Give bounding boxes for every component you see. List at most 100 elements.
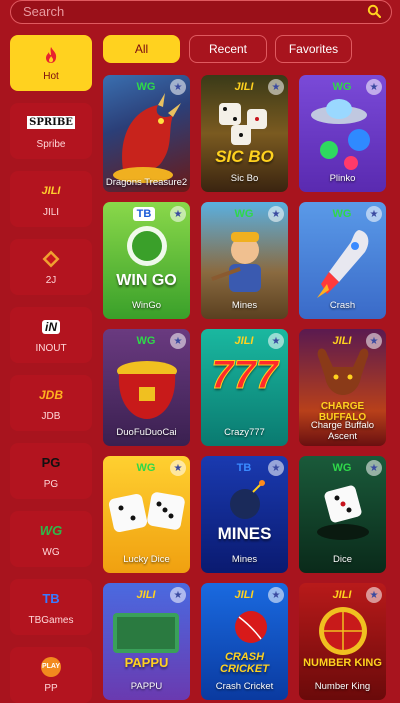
game-name: Number King [314, 681, 371, 692]
game-name: Sic Bo [230, 173, 259, 184]
sidebar-item-tbgames[interactable]: TB TBGames [10, 579, 92, 635]
game-art-title: WIN GO [116, 272, 177, 289]
game-art-title: 777 [211, 353, 279, 398]
tab-favorites[interactable]: Favorites [275, 35, 352, 63]
sidebar-item-label: PP [44, 682, 58, 694]
sidebar-item-label: PG [43, 478, 59, 490]
favorite-star-icon[interactable]: ★ [268, 79, 284, 95]
game-name: Lucky Dice [123, 554, 170, 565]
game-card-wingo[interactable]: WIN GO TB ★ WinGo [103, 202, 190, 319]
tb-logo: TB [42, 591, 60, 606]
pg-logo: PG [41, 455, 61, 470]
sidebar-item-inout[interactable]: iN INOUT [10, 307, 92, 363]
sidebar-item-jdb[interactable]: JDB JDB [10, 375, 92, 431]
favorite-star-icon[interactable]: ★ [366, 79, 382, 95]
sidebar-item-pg[interactable]: PG PG [10, 443, 92, 499]
sidebar-item-label: JDB [41, 410, 61, 422]
sidebar-item-wg[interactable]: WG WG [10, 511, 92, 567]
sidebar-item-pp[interactable]: PLAY PP [10, 647, 92, 703]
game-card-dragons-treasure2[interactable]: WG ★ Dragons Treasure2 [103, 75, 190, 192]
inout-logo: iN [42, 319, 60, 334]
game-name: Crash [329, 300, 356, 311]
favorite-star-icon[interactable]: ★ [268, 460, 284, 476]
game-card-pappu[interactable]: PAPPU JILI ★ PAPPU [103, 583, 190, 700]
sidebar-item-label: JILI [42, 206, 60, 218]
favorite-star-icon[interactable]: ★ [170, 79, 186, 95]
game-card-mines-tb[interactable]: MINES TB ★ Mines [201, 456, 288, 573]
brand-badge: JILI [234, 81, 254, 93]
game-art-title: PAPPU [124, 655, 169, 670]
brand-badge: WG [332, 462, 352, 474]
brand-badge: WG [136, 462, 156, 474]
sidebar-item-label: Hot [43, 70, 59, 82]
sidebar-item-hot[interactable]: Hot [10, 35, 92, 91]
wg-logo: WG [39, 523, 63, 538]
favorite-star-icon[interactable]: ★ [170, 206, 186, 222]
search-icon[interactable] [367, 4, 381, 18]
sidebar-item-label: INOUT [35, 342, 67, 354]
brand-badge: JILI [234, 589, 254, 601]
game-card-duofuduocai[interactable]: WG ★ DuoFuDuoCai [103, 329, 190, 446]
favorite-star-icon[interactable]: ★ [170, 460, 186, 476]
game-name: PAPPU [130, 681, 163, 692]
game-card-lucky-dice[interactable]: WG ★ Lucky Dice [103, 456, 190, 573]
brand-badge: WG [332, 81, 352, 93]
pp-logo: PLAY [41, 656, 61, 677]
favorite-star-icon[interactable]: ★ [366, 587, 382, 603]
brand-badge: WG [234, 208, 254, 220]
game-card-crash-cricket[interactable]: CRASH CRICKET JILI ★ Crash Cricket [201, 583, 288, 700]
game-card-plinko[interactable]: WG ★ Plinko [299, 75, 386, 192]
tab-recent[interactable]: Recent [189, 35, 267, 63]
favorite-star-icon[interactable]: ★ [366, 333, 382, 349]
game-name: Mines [231, 554, 258, 565]
game-name: Crash Cricket [215, 681, 274, 692]
filter-tabs: All Recent Favorites [103, 35, 393, 65]
brand-badge: WG [136, 335, 156, 347]
game-card-sic-bo[interactable]: SIC BO JILI ★ Sic Bo [201, 75, 288, 192]
game-card-crazy777[interactable]: 777 JILI ★ Crazy777 [201, 329, 288, 446]
favorite-star-icon[interactable]: ★ [268, 587, 284, 603]
game-card-charge-buffalo-ascent[interactable]: CHARGE BUFFALO JILI ★ Charge Buffalo Asc… [299, 329, 386, 446]
brand-badge: JILI [332, 589, 352, 601]
brand-badge: JILI [136, 589, 156, 601]
game-name: Dice [332, 554, 352, 565]
game-name: Charge Buffalo Ascent [310, 420, 375, 442]
fire-icon [46, 46, 57, 63]
game-name: Mines [231, 300, 258, 311]
brand-badge: WG [332, 208, 352, 220]
game-card-mines[interactable]: WG ★ Mines [201, 202, 288, 319]
sidebar-item-label: Spribe [36, 138, 66, 150]
game-name: WinGo [131, 300, 162, 311]
game-name: Crazy777 [224, 427, 265, 438]
favorite-star-icon[interactable]: ★ [170, 587, 186, 603]
favorite-star-icon[interactable]: ★ [366, 460, 382, 476]
game-name: Plinko [329, 173, 356, 184]
game-name: Dragons Treasure2 [105, 177, 188, 188]
brand-badge: TB [236, 462, 252, 474]
sidebar-item-label: WG [42, 546, 60, 558]
brand-badge: JILI [332, 335, 352, 347]
game-art-title: NUMBER KING [303, 657, 382, 669]
jili-logo: JILI [41, 184, 61, 197]
brand-badge: TB [133, 207, 155, 221]
spribe-logo: SPRIBE [27, 116, 75, 129]
favorite-star-icon[interactable]: ★ [366, 206, 382, 222]
brand-badge: WG [136, 81, 156, 93]
game-art-title: MINES [217, 524, 272, 543]
favorite-star-icon[interactable]: ★ [268, 206, 284, 222]
game-art-title: CRASH CRICKET [220, 651, 269, 675]
tab-all[interactable]: All [103, 35, 180, 63]
game-card-number-king[interactable]: NUMBER KING JILI ★ Number King [299, 583, 386, 700]
favorite-star-icon[interactable]: ★ [170, 333, 186, 349]
jdb-logo: JDB [38, 387, 63, 402]
sidebar-item-label: TBGames [28, 614, 74, 626]
search-input[interactable]: Search [23, 4, 64, 19]
sidebar-item-spribe[interactable]: SPRIBE Spribe [10, 103, 92, 159]
search-bar[interactable]: Search [10, 0, 392, 24]
sidebar-item-label: 2J [45, 274, 57, 286]
favorite-star-icon[interactable]: ★ [268, 333, 284, 349]
game-card-crash[interactable]: WG ★ Crash [299, 202, 386, 319]
sidebar-item-jili[interactable]: JILI JILI [10, 171, 92, 227]
sidebar-item-2j[interactable]: 2J [10, 239, 92, 295]
game-card-dice[interactable]: WG ★ Dice [299, 456, 386, 573]
